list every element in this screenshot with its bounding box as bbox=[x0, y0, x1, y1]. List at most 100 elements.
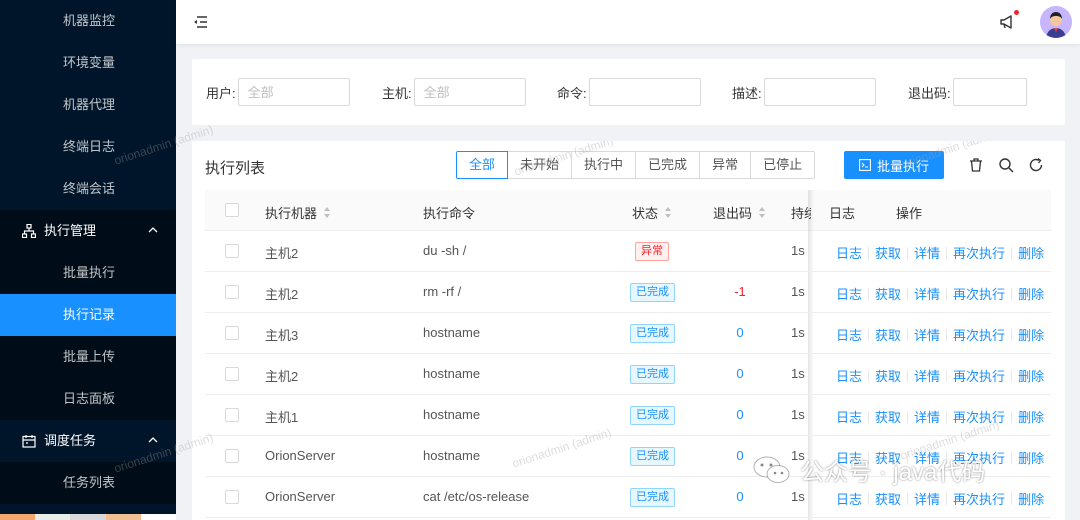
table-row: 主机2 du -sh / 异常 1s 日志 获取 详情 再次执行 删除 bbox=[205, 231, 1051, 272]
batch-exec-button[interactable]: 批量执行 bbox=[844, 151, 945, 179]
action-delete[interactable]: 删除 bbox=[1018, 284, 1044, 303]
exit-code-input[interactable] bbox=[952, 78, 1027, 106]
action-delete[interactable]: 删除 bbox=[1018, 489, 1044, 508]
avatar[interactable] bbox=[1040, 6, 1072, 38]
col-status-label: 状态 bbox=[632, 206, 659, 221]
action-rerun[interactable]: 再次执行 bbox=[953, 284, 1005, 303]
delete-icon[interactable] bbox=[968, 157, 984, 173]
action-delete[interactable]: 删除 bbox=[1018, 325, 1044, 344]
menu-group-label: 执行管理 bbox=[44, 223, 97, 238]
action-delete[interactable]: 删除 bbox=[1018, 366, 1044, 385]
menu-fold-icon[interactable] bbox=[192, 14, 208, 30]
cell-exit-code: 0 bbox=[736, 489, 744, 504]
col-exit-code[interactable]: 退出码 bbox=[713, 203, 766, 222]
user-select[interactable] bbox=[237, 78, 350, 106]
row-checkbox[interactable] bbox=[225, 326, 239, 340]
filter-tab-not-started[interactable]: 未开始 bbox=[507, 151, 573, 179]
action-divider bbox=[946, 287, 948, 300]
menu-item-machine-monitor[interactable]: 机器监控 bbox=[0, 0, 176, 42]
col-machine[interactable]: 执行机器 bbox=[265, 203, 331, 222]
notification-icon[interactable] bbox=[998, 12, 1018, 32]
action-fetch[interactable]: 获取 bbox=[875, 243, 901, 262]
action-log[interactable]: 日志 bbox=[836, 366, 862, 385]
action-divider bbox=[946, 492, 948, 505]
action-rerun[interactable]: 再次执行 bbox=[953, 325, 1005, 344]
cell-duration: 1s bbox=[791, 489, 805, 504]
action-detail[interactable]: 详情 bbox=[914, 407, 940, 426]
row-checkbox[interactable] bbox=[225, 449, 239, 463]
table-row: 主机2 rm -rf / 已完成 -1 1s 日志 获取 详情 再次执行 删除 bbox=[205, 272, 1051, 313]
menu-group-exec[interactable]: 执行管理 bbox=[0, 210, 176, 252]
action-detail[interactable]: 详情 bbox=[914, 284, 940, 303]
host-select[interactable] bbox=[413, 78, 526, 106]
user-label: 用户: bbox=[206, 85, 236, 101]
cell-command: cat /etc/os-release bbox=[423, 489, 530, 504]
table-row: 主机2 hostname 已完成 0 1s 日志 获取 详情 再次执行 删除 bbox=[205, 354, 1051, 395]
select-all-checkbox[interactable] bbox=[225, 203, 239, 217]
action-delete[interactable]: 删除 bbox=[1018, 407, 1044, 426]
action-rerun[interactable]: 再次执行 bbox=[953, 489, 1005, 508]
calendar-icon bbox=[22, 434, 36, 448]
menu-item-machine-proxy[interactable]: 机器代理 bbox=[0, 84, 176, 126]
cell-machine: 主机2 bbox=[265, 246, 299, 261]
menu-item-terminal-log[interactable]: 终端日志 bbox=[0, 126, 176, 168]
row-checkbox[interactable] bbox=[225, 244, 239, 258]
command-input[interactable] bbox=[588, 78, 701, 106]
cell-exit-code: 0 bbox=[736, 407, 744, 422]
menu-item-terminal-session[interactable]: 终端会话 bbox=[0, 168, 176, 210]
action-fetch[interactable]: 获取 bbox=[875, 366, 901, 385]
action-delete[interactable]: 删除 bbox=[1018, 243, 1044, 262]
action-log[interactable]: 日志 bbox=[836, 325, 862, 344]
menu-item-batch-upload[interactable]: 批量上传 bbox=[0, 336, 176, 378]
filter-tab-error[interactable]: 异常 bbox=[699, 151, 752, 179]
action-fetch[interactable]: 获取 bbox=[875, 407, 901, 426]
filter-tab-stopped[interactable]: 已停止 bbox=[750, 151, 816, 179]
action-divider bbox=[907, 328, 909, 341]
action-fetch[interactable]: 获取 bbox=[875, 489, 901, 508]
cell-command: rm -rf / bbox=[423, 284, 462, 299]
action-detail[interactable]: 详情 bbox=[914, 366, 940, 385]
menu-group-label: 调度任务 bbox=[44, 433, 97, 448]
action-delete[interactable]: 删除 bbox=[1018, 448, 1044, 467]
menu-item-exec-record[interactable]: 执行记录 bbox=[0, 294, 176, 336]
col-status[interactable]: 状态 bbox=[632, 203, 672, 222]
filter-tab-all[interactable]: 全部 bbox=[456, 151, 509, 179]
action-log[interactable]: 日志 bbox=[836, 407, 862, 426]
filter-tab-running[interactable]: 执行中 bbox=[571, 151, 637, 179]
desc-input[interactable] bbox=[763, 78, 876, 106]
refresh-icon[interactable] bbox=[1028, 157, 1044, 173]
action-log[interactable]: 日志 bbox=[836, 284, 862, 303]
action-rerun[interactable]: 再次执行 bbox=[953, 366, 1005, 385]
row-checkbox[interactable] bbox=[225, 367, 239, 381]
menu-item-env-vars[interactable]: 环境变量 bbox=[0, 42, 176, 84]
action-fetch[interactable]: 获取 bbox=[875, 284, 901, 303]
filter-tab-completed[interactable]: 已完成 bbox=[635, 151, 701, 179]
action-log[interactable]: 日志 bbox=[836, 489, 862, 508]
row-checkbox[interactable] bbox=[225, 285, 239, 299]
search-icon[interactable] bbox=[998, 157, 1014, 173]
action-rerun[interactable]: 再次执行 bbox=[953, 243, 1005, 262]
desc-label: 描述: bbox=[732, 85, 762, 101]
cell-exit-code: 0 bbox=[736, 366, 744, 381]
action-fetch[interactable]: 获取 bbox=[875, 325, 901, 344]
col-log: 日志 bbox=[829, 206, 856, 221]
cell-duration: 1s bbox=[791, 284, 805, 299]
action-detail[interactable]: 详情 bbox=[914, 325, 940, 344]
status-badge: 已完成 bbox=[630, 406, 675, 425]
submenu-schedule: 任务列表 bbox=[0, 462, 176, 504]
sidebar: 机器监控 环境变量 机器代理 终端日志 终端会话 执行管理 批量执行 执行记录 … bbox=[0, 0, 177, 520]
row-checkbox[interactable] bbox=[225, 490, 239, 504]
action-divider bbox=[868, 328, 870, 341]
menu-item-log-panel[interactable]: 日志面板 bbox=[0, 378, 176, 420]
card-title: 执行列表 bbox=[205, 160, 266, 177]
cell-machine: 主机2 bbox=[265, 369, 299, 384]
action-detail[interactable]: 详情 bbox=[914, 489, 940, 508]
action-detail[interactable]: 详情 bbox=[914, 243, 940, 262]
menu-item-task-list[interactable]: 任务列表 bbox=[0, 462, 176, 504]
action-log[interactable]: 日志 bbox=[836, 243, 862, 262]
menu-item-batch-exec[interactable]: 批量执行 bbox=[0, 252, 176, 294]
table-row: 主机3 hostname 已完成 0 1s 日志 获取 详情 再次执行 删除 bbox=[205, 313, 1051, 354]
menu-group-schedule[interactable]: 调度任务 bbox=[0, 420, 176, 462]
action-rerun[interactable]: 再次执行 bbox=[953, 407, 1005, 426]
row-checkbox[interactable] bbox=[225, 408, 239, 422]
